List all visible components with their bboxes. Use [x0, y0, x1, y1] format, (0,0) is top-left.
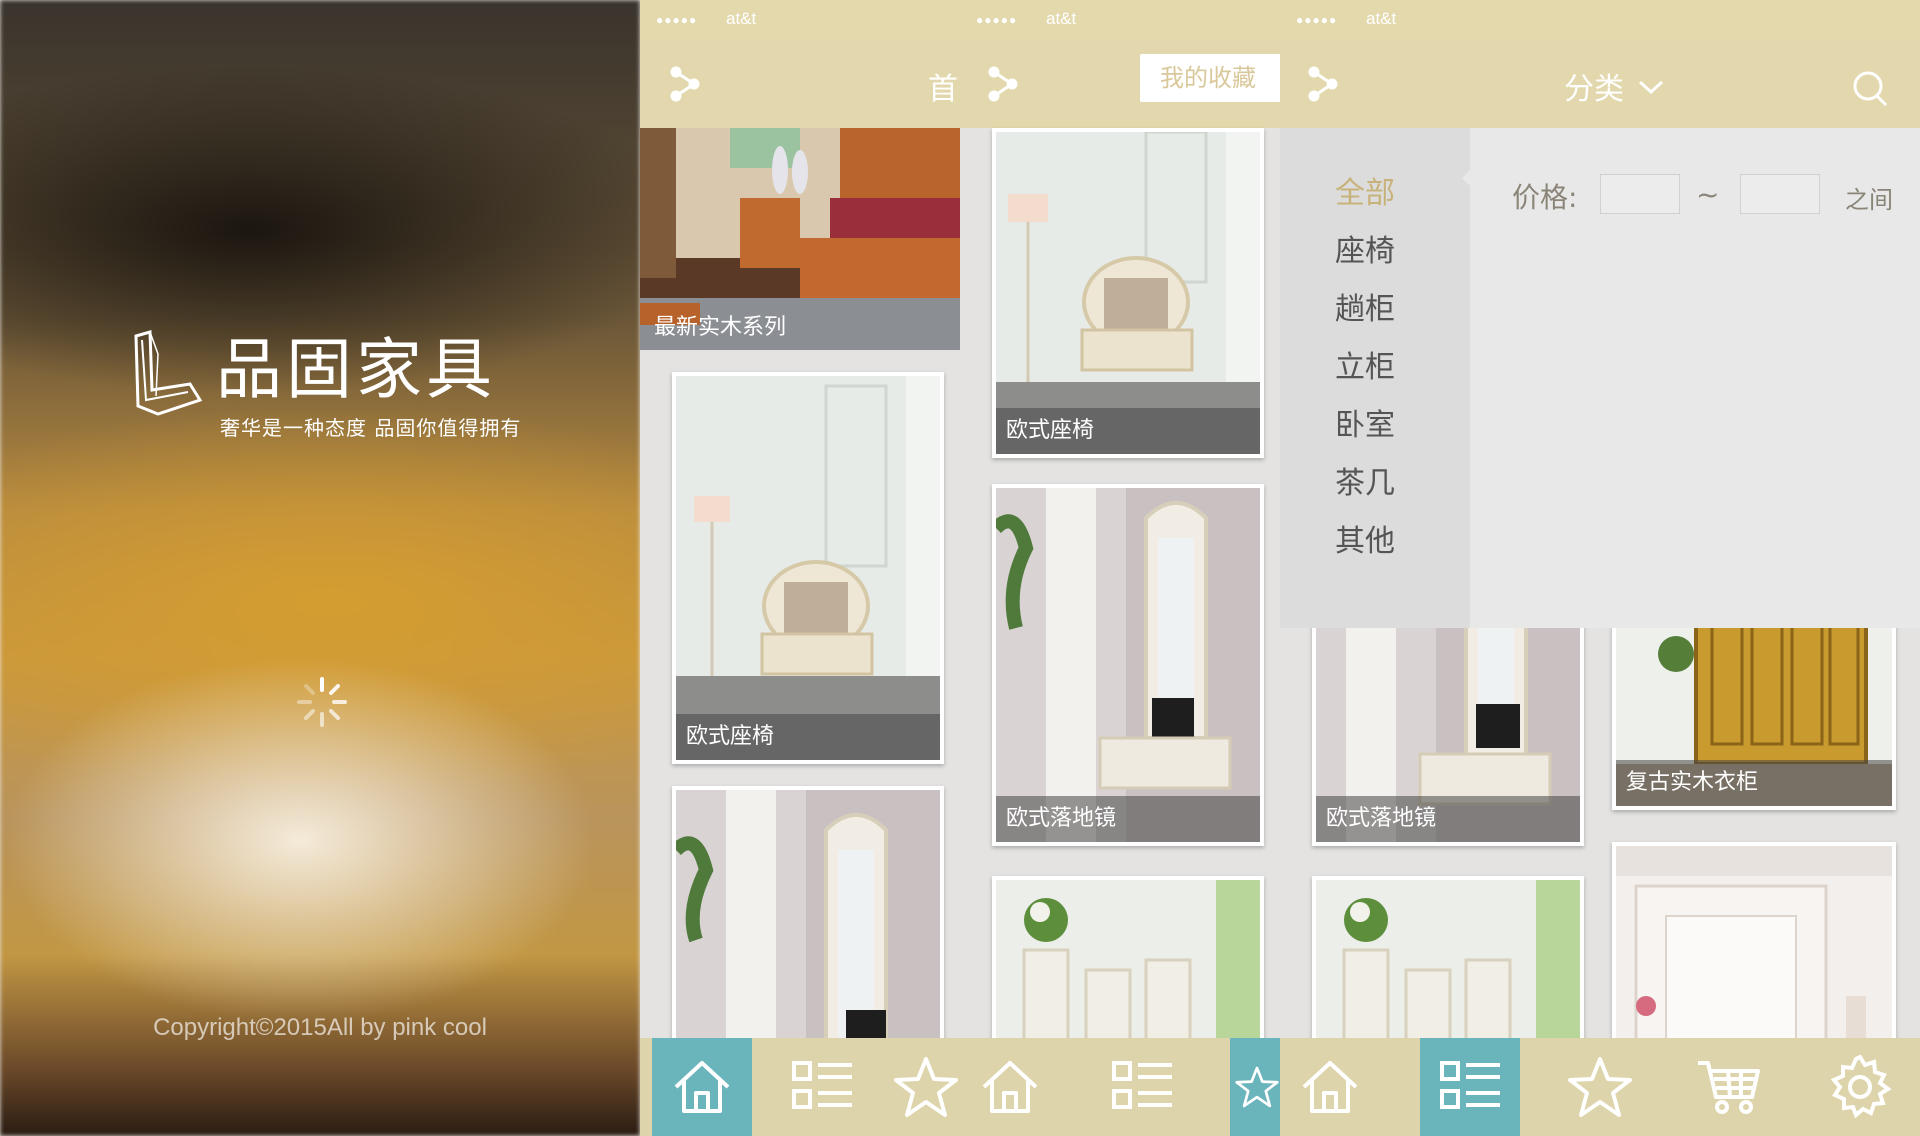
- home-icon: [982, 1061, 1038, 1113]
- active-indicator: [1462, 168, 1472, 188]
- card-caption: 欧式座椅: [996, 408, 1260, 454]
- tab-bar: [960, 1038, 1280, 1136]
- brand-slogan: 奢华是一种态度 品固你值得拥有: [220, 416, 522, 440]
- product-card[interactable]: 欧式落地镜: [992, 484, 1264, 846]
- list-icon: [792, 1061, 852, 1109]
- tab-category[interactable]: [1420, 1038, 1520, 1136]
- menu-toggle-icon[interactable]: [1304, 64, 1344, 104]
- price-max-input[interactable]: [1740, 174, 1820, 214]
- category-item-bedroom[interactable]: 卧室: [1280, 400, 1450, 444]
- carrier-label: at&t: [1366, 9, 1397, 28]
- category-panel: 全部 座椅 趟柜 立柜 卧室 茶几 其他 价格: ~ 之间: [1280, 128, 1920, 628]
- product-card[interactable]: [672, 786, 944, 1046]
- card-caption: 欧式落地镜: [1316, 796, 1580, 842]
- status-bar: ●●●●● at&t: [640, 0, 960, 40]
- tab-cart[interactable]: [1680, 1038, 1780, 1136]
- category-list: 全部 座椅 趟柜 立柜 卧室 茶几 其他: [1280, 128, 1470, 628]
- nav-bar: 首: [640, 40, 960, 128]
- category-dropdown[interactable]: 分类: [1564, 64, 1666, 108]
- tab-category[interactable]: [772, 1038, 872, 1136]
- copyright-text: Copyright©2015All by pink cool: [153, 1014, 487, 1041]
- category-title: 分类: [1564, 72, 1624, 107]
- card-caption: 欧式落地镜: [996, 796, 1260, 842]
- cart-icon: [1698, 1061, 1760, 1114]
- search-icon[interactable]: [1850, 68, 1890, 108]
- nav-bar: 分类: [1280, 40, 1920, 128]
- splash-background: [0, 0, 640, 1136]
- category-item-tea-table[interactable]: 茶几: [1280, 458, 1450, 502]
- star-icon: [1235, 1066, 1279, 1108]
- card-caption: 欧式座椅: [676, 714, 940, 760]
- signal-indicator: ●●●●●: [976, 13, 1018, 27]
- signal-indicator: ●●●●●: [1296, 13, 1338, 27]
- card-caption: 复古实木衣柜: [1616, 760, 1892, 806]
- category-item-other[interactable]: 其他: [1280, 516, 1450, 560]
- category-screen: ●●●●● at&t 分类 欧式落地镜 复古实木衣柜 全部 座椅 趟柜 立柜 卧…: [1280, 0, 1920, 1136]
- tab-home[interactable]: [652, 1038, 752, 1136]
- star-icon: [1568, 1057, 1632, 1117]
- tab-favorites[interactable]: [1550, 1038, 1650, 1136]
- splash-screen: 品固家具 奢华是一种态度 品固你值得拥有 Copyright©2015All b…: [0, 0, 640, 1136]
- mirror-image: [996, 488, 1260, 842]
- tab-home[interactable]: [960, 1038, 1060, 1136]
- menu-toggle-icon[interactable]: [666, 64, 706, 104]
- category-item-cabinet[interactable]: 趟柜: [1280, 284, 1450, 328]
- favorites-title: 我的收藏: [1140, 54, 1280, 102]
- list-icon: [1112, 1061, 1172, 1109]
- tab-home[interactable]: [1280, 1038, 1380, 1136]
- tab-settings[interactable]: [1810, 1038, 1910, 1136]
- carrier-label: at&t: [726, 9, 757, 28]
- brand-mark-icon: [134, 330, 203, 416]
- status-bar: ●●●●● at&t: [1280, 0, 1920, 40]
- armchair-image: [676, 376, 940, 760]
- armchair-image: [996, 132, 1260, 454]
- category-item-all[interactable]: 全部: [1280, 168, 1450, 212]
- gear-icon: [1830, 1054, 1892, 1119]
- nav-bar: 我的收藏: [960, 40, 1280, 128]
- hero-banner[interactable]: 最新实木系列: [640, 128, 960, 350]
- star-icon: [894, 1057, 958, 1117]
- signal-indicator: ●●●●●: [656, 13, 698, 27]
- category-item-wardrobe[interactable]: 立柜: [1280, 342, 1450, 386]
- page-title: 首: [928, 72, 958, 107]
- hero-caption: 最新实木系列: [654, 315, 787, 340]
- product-card[interactable]: 欧式座椅: [992, 128, 1264, 458]
- price-label: 价格:: [1512, 181, 1578, 214]
- home-screen: ●●●●● at&t 首 最新实木系列 欧式座椅: [640, 0, 960, 1136]
- menu-toggle-icon[interactable]: [984, 64, 1024, 104]
- product-card[interactable]: 欧式座椅: [672, 372, 944, 764]
- brand-logo: 品固家具 奢华是一种态度 品固你值得拥有: [128, 330, 548, 440]
- list-icon: [1440, 1061, 1500, 1109]
- mirror-image: [676, 790, 940, 1042]
- price-between-label: 之间: [1845, 186, 1893, 214]
- carrier-label: at&t: [1046, 9, 1077, 28]
- chevron-down-icon: [1638, 80, 1664, 95]
- home-icon: [674, 1061, 730, 1113]
- tab-favorites[interactable]: [1230, 1038, 1280, 1136]
- status-bar: ●●●●● at&t: [960, 0, 1280, 40]
- tab-category[interactable]: [1092, 1038, 1192, 1136]
- price-min-input[interactable]: [1600, 174, 1680, 214]
- home-icon: [1302, 1061, 1358, 1113]
- category-item-seats[interactable]: 座椅: [1280, 226, 1450, 270]
- loading-spinner-icon: [297, 677, 347, 727]
- tab-bar: [640, 1038, 960, 1136]
- price-separator: ~: [1696, 178, 1720, 211]
- brand-name: 品固家具: [216, 331, 496, 408]
- tab-bar: [1280, 1038, 1920, 1136]
- tab-favorites[interactable]: [892, 1038, 960, 1136]
- favorites-screen: ●●●●● at&t 我的收藏 欧式座椅 欧式落地镜: [960, 0, 1280, 1136]
